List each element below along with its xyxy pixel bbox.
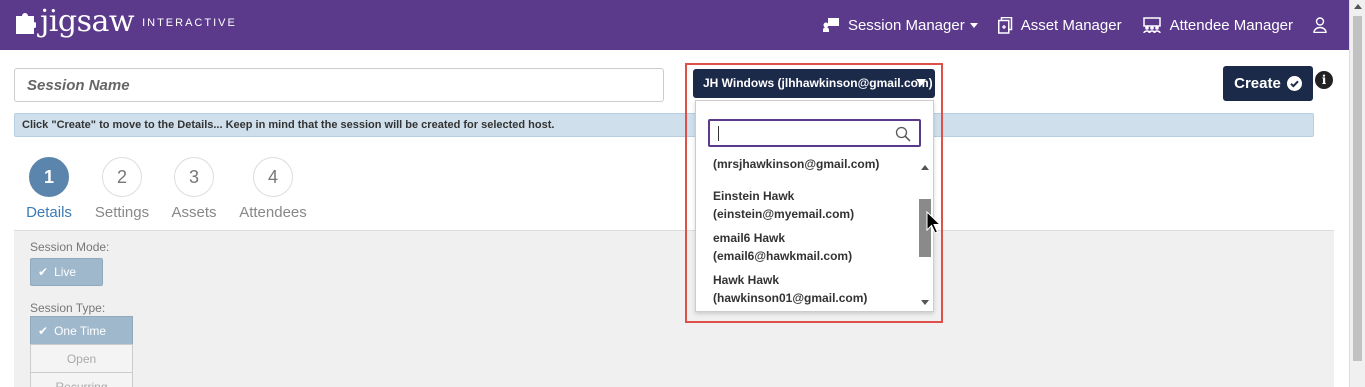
host-dropdown-menu: (mrsjhawkinson@gmail.com) Einstein Hawk … [695,100,934,312]
scroll-up-arrow-icon[interactable] [921,165,929,170]
scroll-up-arrow-icon[interactable] [1354,4,1362,9]
host-option-name: Einstein Hawk [713,189,795,203]
caret-down-icon [916,79,926,86]
session-type-one-time[interactable]: ✔ One Time [30,316,133,345]
check-icon: ✔ [38,265,49,279]
host-option[interactable]: Einstein Hawk (einstein@myemail.com) [713,187,854,223]
info-banner: Click "Create" to move to the Details...… [14,113,1314,137]
text-cursor [718,126,719,141]
host-options-list: (mrsjhawkinson@gmail.com) Einstein Hawk … [696,153,918,311]
files-icon [997,16,1012,34]
step-assets[interactable]: 3 Assets [149,157,239,221]
host-option-email: (hawkinson01@gmail.com) [713,291,868,305]
brand-name: jigsaw [40,4,135,39]
create-button-label: Create [1234,75,1281,92]
host-select-button[interactable]: JH Windows (jlhhawkinson@gmail.com) [693,69,935,98]
step-number: 4 [253,157,293,197]
jigsaw-logo[interactable]: jigsaw INTERACTIVE [14,6,237,38]
page-scrollbar-thumb[interactable] [1353,16,1362,361]
host-option[interactable]: email6 Hawk (email6@hawkmail.com) [713,229,852,265]
host-option-email: (email6@hawkmail.com) [713,249,853,263]
check-icon: ✔ [38,323,49,338]
session-type-recurring[interactable]: Recurring [30,372,133,387]
session-type-label: Session Type: [30,301,106,315]
step-attendees[interactable]: 4 Attendees [228,157,318,221]
step-number: 2 [102,157,142,197]
host-list-scrollbar[interactable] [918,161,933,309]
host-option-name: Hawk Hawk [713,273,780,287]
session-type-group: ✔ One Time Open Recurring [30,316,133,387]
create-button[interactable]: Create [1223,66,1313,101]
main-nav: Session Manager Asset Manager Attendee M… [822,0,1327,50]
scroll-down-arrow-icon[interactable] [921,300,929,305]
session-type-option-label: One Time [54,323,107,338]
nav-attendee-manager[interactable]: Attendee Manager [1142,17,1293,34]
chevron-down-icon [969,22,978,28]
host-search-input[interactable] [708,119,921,147]
check-circle-icon [1286,76,1302,91]
step-label: Attendees [239,204,307,221]
session-mode-option: Live [54,265,77,279]
host-option-name: email6 Hawk [713,231,786,245]
nav-asset-manager[interactable]: Asset Manager [997,16,1122,34]
puzzle-piece-icon [14,12,37,38]
page-scrollbar[interactable] [1349,0,1365,387]
session-type-open[interactable]: Open [30,344,133,373]
user-account-button[interactable] [1313,17,1327,33]
nav-session-manager-label: Session Manager [847,16,965,34]
host-option[interactable]: (mrsjhawkinson@gmail.com) [713,153,879,173]
session-mode-live-toggle[interactable]: ✔ Live [30,258,103,286]
mouse-pointer-icon [926,211,942,234]
step-number: 1 [29,157,69,197]
nav-session-manager[interactable]: Session Manager [822,17,978,34]
host-option-email: (einstein@myemail.com) [713,207,855,221]
step-number: 3 [174,157,214,197]
top-navigation-bar: jigsaw INTERACTIVE Session Manager Asset… [0,0,1349,50]
host-option-email: (mrsjhawkinson@gmail.com) [713,157,880,171]
search-icon [895,126,911,142]
brand-suffix: INTERACTIVE [142,17,237,29]
host-option[interactable]: Hawk Hawk (hawkinson01@gmail.com) [713,271,867,307]
user-icon [1313,17,1327,33]
session-name-input[interactable] [14,68,664,102]
nav-attendee-manager-label: Attendee Manager [1169,16,1293,34]
session-mode-label: Session Mode: [30,240,110,254]
nav-asset-manager-label: Asset Manager [1020,16,1122,34]
presentation-board-icon [822,18,839,32]
step-label: Assets [171,204,217,221]
attendees-icon [1142,17,1161,33]
details-panel: Session Mode: ✔ Live Session Type: ✔ One… [14,230,1334,387]
info-icon[interactable]: i [1315,71,1333,89]
